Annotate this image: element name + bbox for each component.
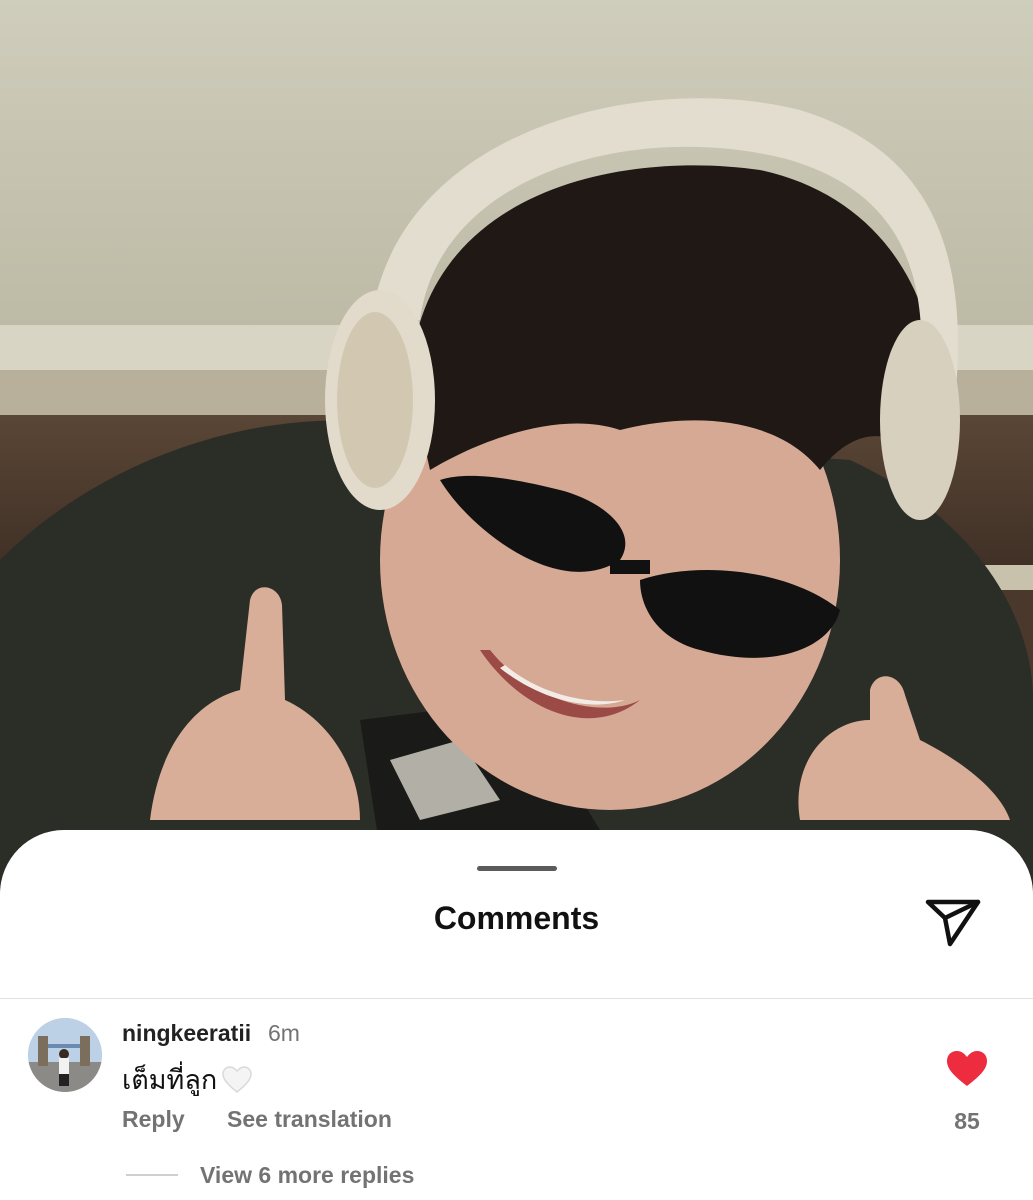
comment-timestamp: 6m xyxy=(268,1020,300,1046)
white-heart-icon xyxy=(222,1065,253,1093)
sheet-grabber[interactable] xyxy=(477,866,557,871)
view-more-replies-button[interactable]: View 6 more replies xyxy=(200,1162,414,1189)
header-divider xyxy=(0,998,1033,999)
sheet-title: Comments xyxy=(433,900,600,936)
heart-filled-icon xyxy=(947,1051,987,1086)
replies-divider-line xyxy=(126,1174,178,1176)
share-button[interactable] xyxy=(922,894,986,952)
like-count: 85 xyxy=(954,1108,980,1134)
avatar[interactable] xyxy=(28,1018,102,1092)
comment-item: ningkeeratii 6m เต็มที่ลูก Reply See tra… xyxy=(0,1018,1033,1200)
like-button[interactable] xyxy=(946,1050,988,1088)
comment-username[interactable]: ningkeeratii xyxy=(122,1020,251,1047)
comment-text: เต็มที่ลูก xyxy=(122,1065,218,1095)
see-translation-button[interactable]: See translation xyxy=(227,1106,392,1133)
paper-plane-icon xyxy=(925,899,981,947)
reply-button[interactable]: Reply xyxy=(122,1106,185,1133)
comments-sheet: Comments ningkeeratii 6m เต็มที่ลูก Repl… xyxy=(0,830,1033,1200)
comment-body: เต็มที่ลูก xyxy=(122,1058,253,1101)
post-photo xyxy=(0,0,1033,900)
